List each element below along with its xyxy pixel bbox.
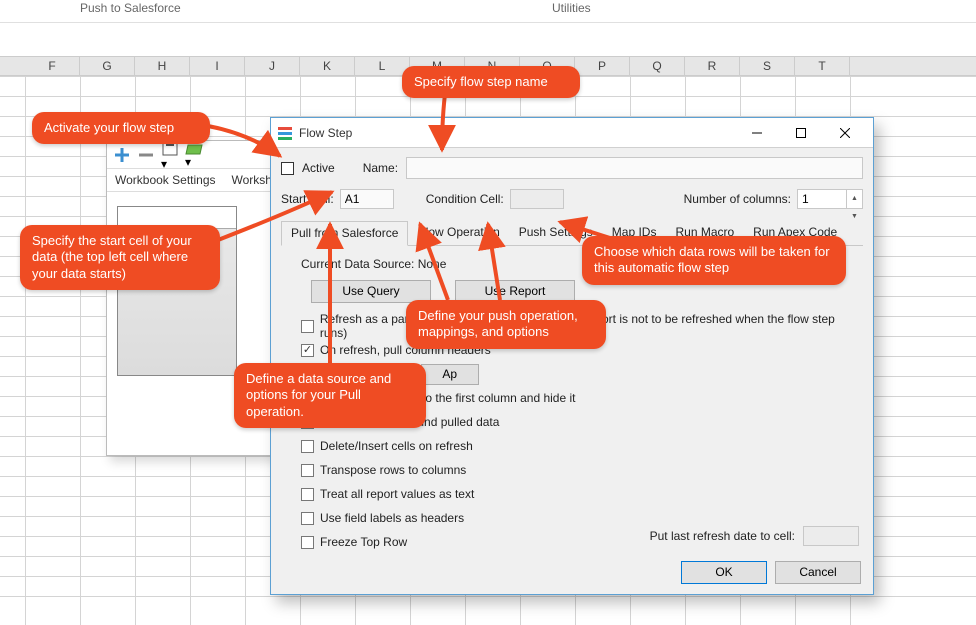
- data-source-label: Current Data Source: None: [301, 257, 446, 271]
- treat-text-label: Treat all report values as text: [320, 487, 474, 501]
- last-refresh-cell-input[interactable]: [803, 526, 859, 546]
- col-header[interactable]: Q: [630, 57, 685, 76]
- active-checkbox[interactable]: [281, 162, 294, 175]
- col-header[interactable]: I: [190, 57, 245, 76]
- delete-insert-label: Delete/Insert cells on refresh: [320, 439, 473, 453]
- use-query-button[interactable]: Use Query: [311, 280, 431, 303]
- tab-pull-from-salesforce[interactable]: Pull from Salesforce: [281, 221, 408, 246]
- ribbon-group-utilities: Utilities: [552, 1, 591, 15]
- ribbon-group-push: Push to Salesforce: [80, 1, 181, 15]
- ok-button[interactable]: OK: [681, 561, 767, 584]
- ribbon-divider: [0, 22, 976, 23]
- spinner-down-icon[interactable]: ▼: [847, 208, 862, 226]
- transpose-label: Transpose rows to columns: [320, 463, 466, 477]
- callout-start-cell: Specify the start cell of your data (the…: [20, 225, 220, 290]
- callout-choose-rows: Choose which data rows will be taken for…: [582, 236, 846, 285]
- col-header[interactable]: R: [685, 57, 740, 76]
- cancel-button[interactable]: Cancel: [775, 561, 861, 584]
- last-refresh-label: Put last refresh date to cell:: [650, 529, 795, 543]
- callout-push-ops: Define your push operation, mappings, an…: [406, 300, 606, 349]
- maximize-button[interactable]: [779, 119, 823, 147]
- dialog-title: Flow Step: [299, 126, 352, 140]
- field-labels-label: Use field labels as headers: [320, 511, 464, 525]
- num-columns-spinner[interactable]: 1 ▲▼: [797, 189, 863, 209]
- num-columns-value: 1: [802, 192, 809, 206]
- callout-flow-name: Specify flow step name: [402, 66, 580, 98]
- active-label: Active: [302, 161, 335, 175]
- col-header[interactable]: F: [25, 57, 80, 76]
- delete-insert-checkbox[interactable]: [301, 440, 314, 453]
- tab-flow-operation[interactable]: Flow Operation: [409, 221, 508, 246]
- apply-picklists-button[interactable]: Ap: [421, 364, 479, 385]
- condition-cell-label: Condition Cell:: [426, 192, 504, 206]
- add-icon[interactable]: [113, 146, 131, 164]
- remove-icon[interactable]: [137, 146, 155, 164]
- col-header[interactable]: P: [575, 57, 630, 76]
- spinner-up-icon[interactable]: ▲: [847, 190, 862, 208]
- transpose-checkbox[interactable]: [301, 464, 314, 477]
- treat-text-checkbox[interactable]: [301, 488, 314, 501]
- callout-activate: Activate your flow step: [32, 112, 210, 144]
- minimize-button[interactable]: [735, 119, 779, 147]
- open-icon[interactable]: ▾: [185, 141, 203, 169]
- close-button[interactable]: [823, 119, 867, 147]
- start-cell-input[interactable]: [340, 189, 394, 209]
- condition-cell-input[interactable]: [510, 189, 564, 209]
- refresh-part-checkbox[interactable]: [301, 320, 314, 333]
- callout-data-source: Define a data source and options for you…: [234, 363, 426, 428]
- freeze-top-label: Freeze Top Row: [320, 535, 407, 549]
- flow-step-dialog: Flow Step Active Name: Start Cell: Condi…: [270, 117, 874, 595]
- col-header[interactable]: T: [795, 57, 850, 76]
- col-header[interactable]: G: [80, 57, 135, 76]
- col-header[interactable]: H: [135, 57, 190, 76]
- field-labels-checkbox[interactable]: [301, 512, 314, 525]
- panel-tab-workbook[interactable]: Workbook Settings: [107, 169, 224, 191]
- pull-headers-checkbox[interactable]: [301, 344, 314, 357]
- num-columns-label: Number of columns:: [684, 192, 791, 206]
- flow-step-icon: [277, 125, 293, 141]
- col-header[interactable]: S: [740, 57, 795, 76]
- name-input[interactable]: [406, 157, 863, 179]
- name-label: Name:: [363, 161, 398, 175]
- start-cell-label: Start Cell:: [281, 192, 334, 206]
- col-header[interactable]: K: [300, 57, 355, 76]
- col-header[interactable]: J: [245, 57, 300, 76]
- freeze-top-checkbox[interactable]: [301, 536, 314, 549]
